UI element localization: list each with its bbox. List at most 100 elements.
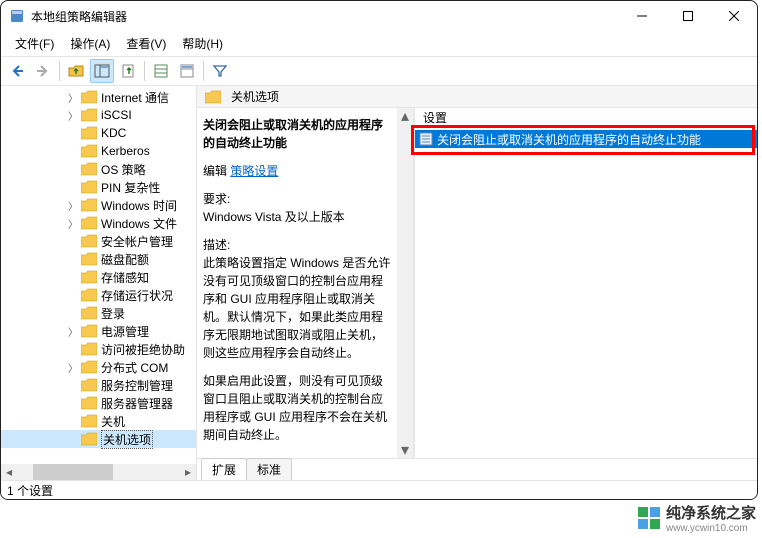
- tree-item-label: 访问被拒绝协助: [101, 341, 185, 358]
- view-tabs: 扩展 标准: [197, 458, 757, 480]
- pane-header: 关机选项: [197, 86, 757, 108]
- folder-icon: [81, 198, 97, 212]
- scroll-up-icon[interactable]: ▴: [397, 108, 413, 124]
- toolbar-separator: [59, 61, 60, 81]
- toolbar: [1, 56, 757, 86]
- menu-file[interactable]: 文件(F): [7, 33, 62, 54]
- tree-item-label: Windows 时间: [101, 197, 177, 214]
- tree-item[interactable]: 〉访问被拒绝协助: [1, 340, 196, 358]
- folder-icon: [81, 414, 97, 428]
- settings-column-header[interactable]: 设置: [415, 108, 757, 128]
- folder-icon: [81, 288, 97, 302]
- export-button[interactable]: [116, 59, 140, 83]
- tree-item[interactable]: 〉OS 策略: [1, 160, 196, 178]
- forward-button[interactable]: [31, 59, 55, 83]
- folder-icon: [81, 360, 97, 374]
- description-label: 描述:: [203, 236, 391, 254]
- tree-item[interactable]: 〉关机选项: [1, 430, 196, 448]
- tree-item[interactable]: 〉KDC: [1, 124, 196, 142]
- expand-chevron-icon[interactable]: 〉: [67, 91, 79, 103]
- status-text: 1 个设置: [7, 482, 53, 499]
- tree-item-label: KDC: [101, 126, 126, 140]
- tree-item-label: PIN 复杂性: [101, 179, 160, 196]
- tree-item[interactable]: 〉 Windows 时间: [1, 196, 196, 214]
- tree-item-label: iSCSI: [101, 108, 132, 122]
- tab-extended[interactable]: 扩展: [201, 458, 247, 480]
- folder-icon: [81, 342, 97, 356]
- tree-item[interactable]: 〉登录: [1, 304, 196, 322]
- tree-item-label: OS 策略: [101, 161, 146, 178]
- scroll-down-icon[interactable]: ▾: [397, 442, 413, 458]
- folder-icon: [81, 234, 97, 248]
- policy-title: 关闭会阻止或取消关机的应用程序的自动终止功能: [203, 116, 391, 152]
- navigation-tree[interactable]: 〉Internet 通信〉iSCSI〉KDC〉Kerberos〉OS 策略〉PI…: [1, 86, 197, 480]
- expand-chevron-icon[interactable]: 〉: [67, 109, 79, 121]
- expand-chevron-icon[interactable]: 〉: [67, 361, 79, 373]
- tree-item-label: Internet 通信: [101, 89, 169, 106]
- tree-item-label: Kerberos: [101, 144, 150, 158]
- titlebar: 本地组策略编辑器: [1, 1, 757, 31]
- close-button[interactable]: [711, 1, 757, 31]
- edit-policy-link[interactable]: 策略设置: [230, 164, 278, 178]
- tree-item[interactable]: 〉Kerberos: [1, 142, 196, 160]
- tree-item[interactable]: 〉存储运行状况: [1, 286, 196, 304]
- tree-item[interactable]: 〉安全帐户管理: [1, 232, 196, 250]
- expand-chevron-icon[interactable]: 〉: [67, 325, 79, 337]
- tree-item[interactable]: 〉Windows 文件: [1, 214, 196, 232]
- filter-button[interactable]: [208, 59, 232, 83]
- properties-button[interactable]: [175, 59, 199, 83]
- tree-item[interactable]: 〉 电源管理: [1, 322, 196, 340]
- toolbar-separator: [203, 61, 204, 81]
- tree-item[interactable]: 〉关机: [1, 412, 196, 430]
- tree-item-label: 存储感知: [101, 269, 149, 286]
- tree-item[interactable]: 〉磁盘配额: [1, 250, 196, 268]
- tree-item[interactable]: 〉 分布式 COM: [1, 358, 196, 376]
- tree-item-label: 磁盘配额: [101, 251, 149, 268]
- tree-item-label: 分布式 COM: [101, 359, 168, 376]
- maximize-button[interactable]: [665, 1, 711, 31]
- expand-chevron-icon[interactable]: 〉: [67, 199, 79, 211]
- expand-chevron-icon[interactable]: 〉: [67, 217, 79, 229]
- settings-column: 设置 关闭会阻止或取消关机的应用程序的自动终止功能: [415, 108, 757, 458]
- setting-row[interactable]: 关闭会阻止或取消关机的应用程序的自动终止功能: [415, 130, 757, 148]
- window-controls: [619, 1, 757, 31]
- folder-icon: [81, 324, 97, 338]
- folder-icon: [81, 180, 97, 194]
- tab-standard[interactable]: 标准: [246, 458, 292, 480]
- description-text-2: 如果启用此设置，则没有可见顶级窗口且阻止或取消关机的控制台应用程序或 GUI 应…: [203, 372, 391, 444]
- tree-item[interactable]: 〉 Internet 通信: [1, 88, 196, 106]
- scrollbar-thumb[interactable]: [33, 464, 113, 480]
- requirements-label: 要求:: [203, 190, 391, 208]
- up-folder-button[interactable]: [64, 59, 88, 83]
- pane-body: 关闭会阻止或取消关机的应用程序的自动终止功能 编辑 策略设置 要求: Windo…: [197, 108, 757, 458]
- folder-icon: [81, 378, 97, 392]
- tree-item-label: 电源管理: [101, 323, 149, 340]
- scroll-left-icon[interactable]: ◂: [1, 464, 17, 480]
- policy-icon: [419, 132, 433, 146]
- menu-action[interactable]: 操作(A): [62, 33, 118, 54]
- tree-horizontal-scrollbar[interactable]: ◂ ▸: [1, 464, 196, 480]
- description-scrollbar[interactable]: ▴ ▾: [397, 108, 413, 458]
- watermark: 纯净系统之家 www.ycwin10.com: [638, 502, 756, 534]
- back-button[interactable]: [5, 59, 29, 83]
- tree-item[interactable]: 〉服务器管理器: [1, 394, 196, 412]
- tree-item[interactable]: 〉存储感知: [1, 268, 196, 286]
- refresh-button[interactable]: [149, 59, 173, 83]
- scroll-right-icon[interactable]: ▸: [180, 464, 196, 480]
- folder-icon: [81, 144, 97, 158]
- menubar: 文件(F) 操作(A) 查看(V) 帮助(H): [1, 31, 757, 56]
- tree-item[interactable]: 〉PIN 复杂性: [1, 178, 196, 196]
- description-text-1: 此策略设置指定 Windows 是否允许没有可见顶级窗口的控制台应用程序和 GU…: [203, 254, 391, 362]
- tree-item[interactable]: 〉 iSCSI: [1, 106, 196, 124]
- show-tree-button[interactable]: [90, 59, 114, 83]
- folder-icon: [81, 90, 97, 104]
- folder-icon: [81, 252, 97, 266]
- content-area: 〉Internet 通信〉iSCSI〉KDC〉Kerberos〉OS 策略〉PI…: [1, 86, 757, 480]
- app-window: 本地组策略编辑器 文件(F) 操作(A) 查看(V) 帮助(H) 〉 Intern…: [0, 0, 758, 500]
- menu-help[interactable]: 帮助(H): [174, 33, 231, 54]
- app-icon: [9, 8, 25, 24]
- minimize-button[interactable]: [619, 1, 665, 31]
- tree-item[interactable]: 〉服务控制管理: [1, 376, 196, 394]
- tree-item-label: 服务器管理器: [101, 395, 173, 412]
- menu-view[interactable]: 查看(V): [118, 33, 174, 54]
